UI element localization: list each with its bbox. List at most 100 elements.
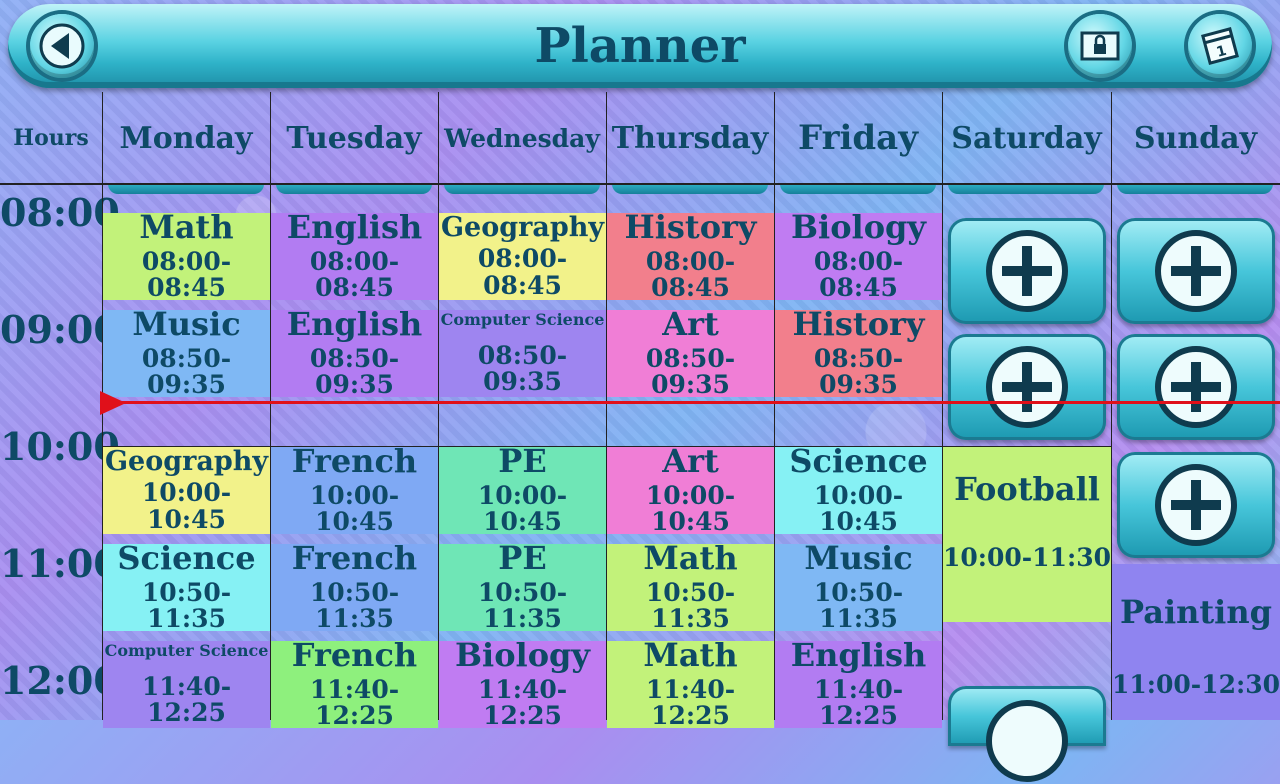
grid-line: [0, 183, 1280, 185]
lesson-subject: English: [790, 636, 927, 675]
lesson-time: 08:00-08:45: [645, 247, 736, 303]
lesson-card[interactable]: English 08:00-08:45: [271, 208, 438, 303]
add-lesson-button[interactable]: [948, 686, 1106, 782]
lesson-subject: Geography: [104, 446, 269, 478]
lock-button[interactable]: [1068, 14, 1132, 78]
day-header-wednesday[interactable]: Wednesday: [438, 92, 606, 184]
lesson-time: 10:00-10:45: [477, 481, 568, 537]
add-lesson-button[interactable]: [1117, 218, 1275, 324]
lesson-card[interactable]: Art 10:00-10:45: [607, 442, 774, 537]
calendar-button[interactable]: 1: [1188, 14, 1252, 78]
lesson-time: 11:00-12:30: [1112, 669, 1280, 699]
lesson-card[interactable]: French 10:50-11:35: [271, 539, 438, 632]
lesson-card[interactable]: PE 10:00-10:45: [439, 442, 606, 537]
lesson-card[interactable]: French 11:40-12:25: [271, 636, 438, 731]
calendar-icon: 1: [1201, 27, 1239, 65]
lesson-time: 08:50-09:35: [309, 344, 400, 400]
lesson-time: 10:50-11:35: [477, 578, 568, 634]
lesson-card[interactable]: Biology 11:40-12:25: [439, 636, 606, 729]
lesson-subject: Football: [954, 470, 1100, 508]
lesson-card[interactable]: Music 10:50-11:35: [775, 539, 942, 634]
lesson-card[interactable]: PE 10:50-11:35: [439, 539, 606, 634]
lesson-subject: Computer Science: [440, 309, 605, 329]
grid-line: [1111, 92, 1112, 720]
lesson-subject: French: [291, 442, 418, 481]
hour-label-10: 10:00: [0, 424, 120, 469]
lesson-time: 10:00-11:30: [943, 542, 1111, 572]
lesson-subject: PE: [498, 539, 547, 578]
lesson-card[interactable]: Biology 08:00-08:45: [775, 208, 942, 303]
plus-icon: [986, 230, 1068, 312]
add-lesson-button[interactable]: [948, 334, 1106, 440]
lesson-card[interactable]: Math 10:50-11:35: [607, 542, 774, 632]
lesson-card[interactable]: Art 08:50-09:35: [607, 308, 774, 400]
hour-label-08: 08:00: [0, 190, 120, 235]
lesson-card[interactable]: Painting 11:00-12:30: [1112, 564, 1280, 720]
current-time-marker: [100, 391, 126, 415]
lesson-card[interactable]: History 08:50-09:35: [775, 305, 942, 398]
lesson-subject: History: [792, 305, 925, 344]
day-header-saturday[interactable]: Saturday: [942, 92, 1111, 184]
plus-icon: [1155, 464, 1237, 546]
lesson-card[interactable]: Football 10:00-11:30: [943, 447, 1111, 622]
lesson-card[interactable]: English 08:50-09:35: [271, 308, 438, 400]
lesson-time: 11:40-12:25: [813, 675, 904, 731]
lesson-time: 10:50-11:35: [141, 578, 232, 634]
lesson-time: 11:40-12:25: [309, 675, 400, 731]
lesson-card[interactable]: Science 10:00-10:45: [775, 442, 942, 535]
lesson-subject: Biology: [454, 636, 590, 675]
grid-line: [942, 92, 943, 720]
back-button[interactable]: [30, 14, 94, 78]
lesson-time: 10:00-10:45: [645, 481, 736, 537]
lesson-time: 08:00-08:45: [813, 247, 904, 303]
lesson-time: 08:50-09:35: [477, 340, 568, 396]
hour-label-12: 12:00: [0, 658, 120, 703]
add-lesson-button[interactable]: [1117, 334, 1275, 440]
day-header-tuesday[interactable]: Tuesday: [270, 92, 438, 184]
lesson-card[interactable]: Science 10:50-11:35: [103, 542, 270, 634]
scrolled-slot-edge: [108, 184, 264, 194]
lesson-card[interactable]: Computer Science 08:50-09:35: [439, 310, 606, 397]
lesson-time: 08:00-08:45: [477, 244, 568, 300]
lock-icon: [1080, 31, 1120, 61]
add-lesson-button[interactable]: [948, 218, 1106, 324]
day-header-thursday[interactable]: Thursday: [606, 92, 774, 184]
lesson-subject: Music: [804, 539, 913, 578]
lesson-card[interactable]: Geography 10:00-10:45: [103, 447, 270, 534]
lesson-subject: French: [291, 539, 418, 578]
lesson-card[interactable]: Music 08:50-09:35: [103, 308, 270, 400]
scrolled-slot-edge: [1117, 184, 1273, 194]
grid-line: [270, 92, 271, 720]
lesson-subject: PE: [498, 442, 547, 481]
day-header-sunday[interactable]: Sunday: [1111, 92, 1280, 184]
lesson-card[interactable]: French 10:00-10:45: [271, 442, 438, 537]
lesson-subject: English: [286, 208, 423, 247]
lesson-subject: Math: [643, 636, 738, 675]
grid-line: [774, 92, 775, 720]
day-header-friday[interactable]: Friday: [774, 92, 942, 184]
lesson-time: 08:50-09:35: [645, 344, 736, 400]
lesson-card[interactable]: Computer Science 11:40-12:25: [103, 641, 270, 728]
scrolled-slot-edge: [948, 184, 1104, 194]
lesson-subject: Art: [662, 442, 719, 481]
lesson-subject: French: [291, 636, 418, 675]
lesson-time: 10:00-10:45: [309, 481, 400, 537]
add-lesson-button[interactable]: [1117, 452, 1275, 558]
lesson-subject: Science: [789, 442, 928, 481]
lesson-time: 08:00-08:45: [309, 247, 400, 303]
lesson-subject: Geography: [440, 212, 605, 244]
day-header-monday[interactable]: Monday: [102, 92, 270, 184]
lesson-subject: Biology: [790, 208, 926, 247]
lesson-card[interactable]: History 08:00-08:45: [607, 211, 774, 303]
hour-label-09: 09:00: [0, 307, 120, 352]
hours-column-header: Hours: [13, 125, 89, 151]
lesson-card[interactable]: English 11:40-12:25: [775, 636, 942, 731]
lesson-card[interactable]: Geography 08:00-08:45: [439, 213, 606, 300]
hour-label-11: 11:00: [0, 541, 120, 586]
lesson-time: 11:40-12:25: [645, 675, 736, 731]
scrolled-slot-edge: [780, 184, 936, 194]
lesson-card[interactable]: Math 11:40-12:25: [607, 636, 774, 731]
lesson-time: 10:50-11:35: [813, 578, 904, 634]
lesson-time: 08:50-09:35: [141, 344, 232, 400]
lesson-card[interactable]: Math 08:00-08:45: [103, 211, 270, 301]
